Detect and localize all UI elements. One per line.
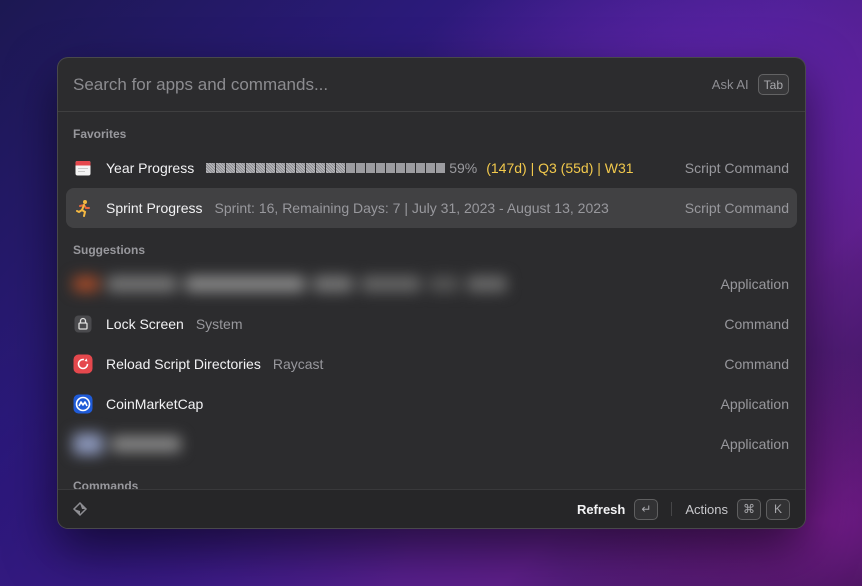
progress-segment bbox=[236, 163, 246, 173]
item-type-label: Script Command bbox=[684, 200, 789, 216]
runner-icon bbox=[73, 198, 93, 218]
section-suggestions: Suggestions bbox=[73, 243, 146, 257]
lock-screen-subtitle: System bbox=[195, 316, 243, 332]
section-commands: Commands bbox=[73, 479, 139, 489]
sprint-progress-title: Sprint Progress bbox=[106, 200, 203, 216]
item-type-label: Command bbox=[724, 316, 789, 332]
raycast-logo-icon[interactable] bbox=[70, 499, 90, 519]
return-key: ↵ bbox=[634, 498, 659, 520]
coinmarketcap-title: CoinMarketCap bbox=[106, 396, 204, 412]
progress-segment bbox=[356, 163, 366, 173]
list-item-blurred-app[interactable]: Application bbox=[66, 264, 797, 304]
progress-segment bbox=[436, 163, 446, 173]
reload-scripts-subtitle: Raycast bbox=[272, 356, 324, 372]
list-item-lock-screen[interactable]: Lock Screen System Command bbox=[66, 304, 797, 344]
progress-segment bbox=[266, 163, 276, 173]
progress-segment bbox=[386, 163, 396, 173]
list-item-sprint-progress[interactable]: Sprint Progress Sprint: 16, Remaining Da… bbox=[66, 188, 797, 228]
item-type-label: Command bbox=[724, 356, 789, 372]
progress-segment bbox=[416, 163, 426, 173]
sprint-progress-subtitle: Sprint: 16, Remaining Days: 7 | July 31,… bbox=[214, 200, 609, 216]
command-key: ⌘ bbox=[737, 498, 761, 520]
action-divider bbox=[671, 502, 673, 516]
progress-segment bbox=[366, 163, 376, 173]
ask-ai-label: Ask AI bbox=[711, 77, 749, 92]
progress-segment bbox=[216, 163, 226, 173]
search-bar: Ask AI Tab bbox=[58, 58, 805, 112]
search-input[interactable] bbox=[73, 74, 712, 95]
progress-segment bbox=[256, 163, 266, 173]
lock-icon bbox=[73, 314, 93, 334]
section-favorites: Favorites bbox=[73, 127, 127, 141]
item-type-label: Application bbox=[720, 276, 790, 292]
blurred-content bbox=[73, 276, 507, 292]
progress-segment bbox=[336, 163, 346, 173]
blurred-content bbox=[73, 433, 181, 455]
progress-segment bbox=[406, 163, 416, 173]
progress-segment bbox=[346, 163, 356, 173]
progress-segment bbox=[306, 163, 316, 173]
reload-scripts-title: Reload Script Directories bbox=[106, 356, 261, 372]
progress-segment bbox=[246, 163, 256, 173]
progress-segment bbox=[326, 163, 336, 173]
year-progress-bar bbox=[206, 163, 446, 173]
progress-segment bbox=[376, 163, 386, 173]
results-list: Favorites Year Progress 59% (147d) | Q3 … bbox=[58, 112, 805, 489]
progress-segment bbox=[226, 163, 236, 173]
item-type-label: Application bbox=[720, 396, 790, 412]
launcher-window: Ask AI Tab Favorites Year Progress 59% (… bbox=[57, 57, 806, 529]
year-progress-percent: 59% bbox=[449, 160, 478, 176]
raycast-reload-icon bbox=[73, 354, 93, 374]
lock-screen-title: Lock Screen bbox=[106, 316, 184, 332]
tab-key: Tab bbox=[757, 74, 789, 95]
progress-segment bbox=[286, 163, 296, 173]
year-progress-title: Year Progress bbox=[106, 160, 195, 176]
progress-segment bbox=[316, 163, 326, 173]
progress-segment bbox=[296, 163, 306, 173]
list-item-blurred-app-2[interactable]: Application bbox=[66, 424, 797, 464]
item-type-label: Script Command bbox=[684, 160, 789, 176]
progress-segment bbox=[276, 163, 286, 173]
list-item-coinmarketcap[interactable]: CoinMarketCap Application bbox=[66, 384, 797, 424]
progress-segment bbox=[396, 163, 406, 173]
coinmarketcap-icon bbox=[73, 394, 93, 414]
progress-segment bbox=[206, 163, 216, 173]
item-type-label: Application bbox=[720, 436, 790, 452]
year-progress-stats: (147d) | Q3 (55d) | W31 bbox=[486, 160, 634, 176]
ask-ai-hint[interactable]: Ask AI Tab bbox=[712, 74, 789, 95]
action-bar: Refresh ↵ Actions ⌘ K bbox=[58, 489, 805, 528]
calendar-icon bbox=[73, 158, 93, 178]
refresh-action[interactable]: Refresh bbox=[577, 502, 625, 517]
actions-button[interactable]: Actions bbox=[685, 502, 728, 517]
progress-segment bbox=[426, 163, 436, 173]
list-item-reload-script-directories[interactable]: Reload Script Directories Raycast Comman… bbox=[66, 344, 797, 384]
k-key: K bbox=[766, 498, 790, 520]
year-progress-accessory: 59% (147d) | Q3 (55d) | W31 bbox=[206, 160, 634, 176]
list-item-year-progress[interactable]: Year Progress 59% (147d) | Q3 (55d) | W3… bbox=[66, 148, 797, 188]
